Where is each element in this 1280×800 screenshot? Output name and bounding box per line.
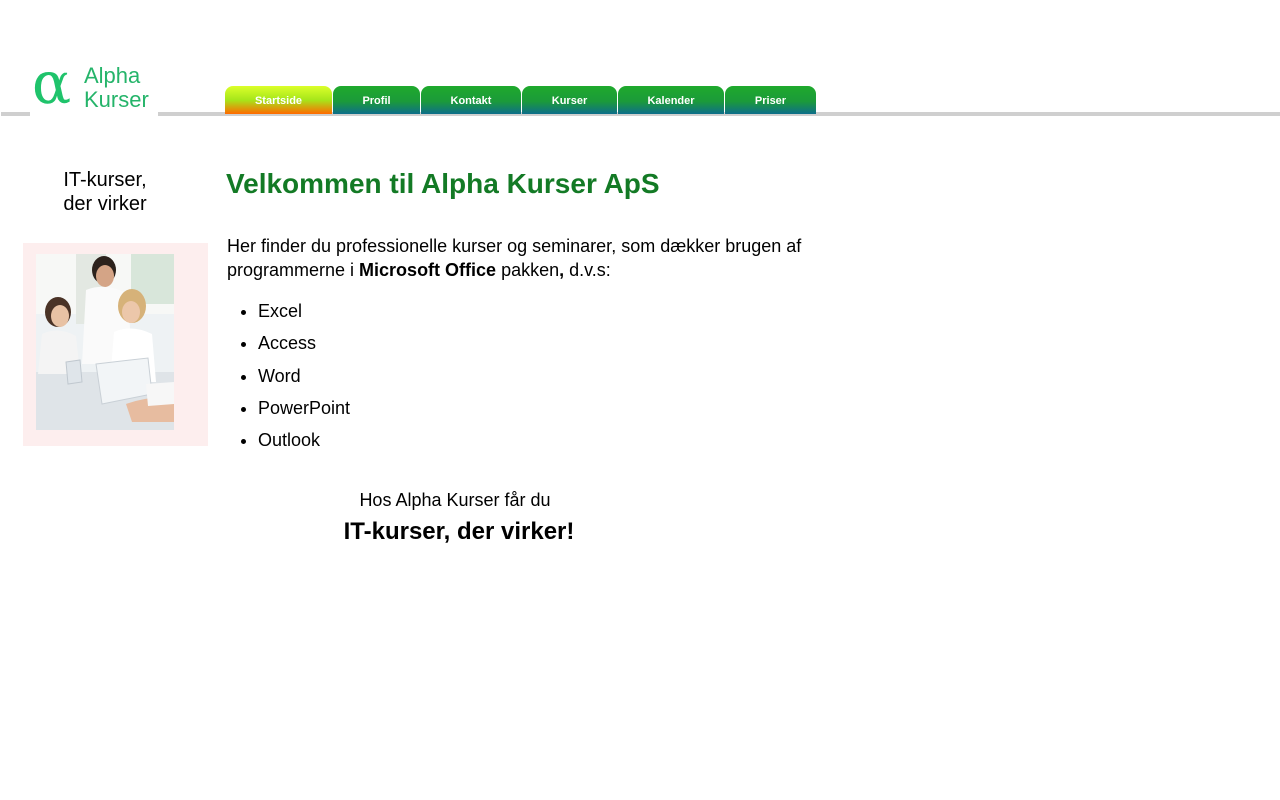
list-item: PowerPoint (258, 396, 350, 420)
intro-paragraph: Her finder du professionelle kurser og s… (227, 234, 827, 282)
logo-text: Alpha Kurser (84, 64, 149, 112)
tab-kalender[interactable]: Kalender (618, 86, 724, 114)
tab-startside[interactable]: Startside (225, 86, 332, 114)
logo-text-line2: Kurser (84, 87, 149, 112)
intro-text-middle: pakken (496, 260, 560, 280)
tab-kurser[interactable]: Kurser (522, 86, 617, 114)
list-item: Word (258, 364, 350, 388)
sidebar-tagline-line1: IT-kurser, (63, 169, 147, 191)
sidebar-tagline: IT-kurser, der virker (23, 168, 187, 216)
list-item: Excel (258, 299, 350, 323)
list-item: Outlook (258, 428, 350, 452)
sidebar-tagline-line2: der virker (63, 193, 147, 215)
tab-kontakt[interactable]: Kontakt (421, 86, 521, 114)
closing-slogan: IT-kurser, der virker! (343, 518, 575, 545)
sidebar-photo-frame (23, 243, 208, 446)
tab-profil[interactable]: Profil (333, 86, 420, 114)
page-title: Velkommen til Alpha Kurser ApS (226, 168, 660, 199)
alpha-kurser-logo[interactable]: α Alpha Kurser (30, 54, 158, 116)
program-list: Excel Access Word PowerPoint Outlook (227, 299, 350, 460)
tab-priser[interactable]: Priser (725, 86, 816, 114)
list-item: Access (258, 331, 350, 355)
closing-text: Hos Alpha Kurser får du (359, 490, 551, 510)
intro-text-end: d.v.s: (564, 260, 611, 280)
intro-text-product: Microsoft Office (359, 260, 497, 280)
logo-text-line1: Alpha (84, 63, 141, 88)
alpha-logo-glyph: α (32, 49, 72, 117)
course-photo (36, 254, 174, 430)
